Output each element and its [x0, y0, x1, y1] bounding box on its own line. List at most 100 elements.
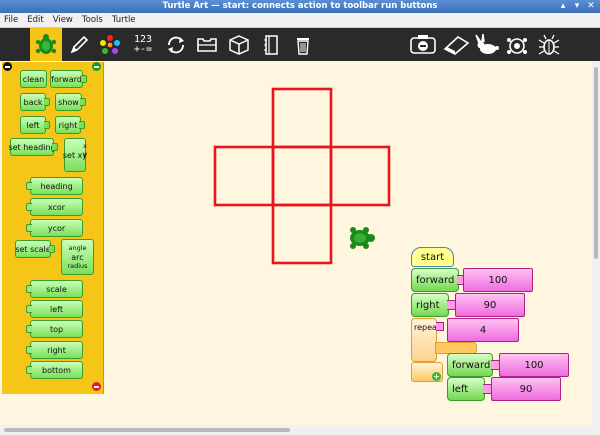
block-back[interactable]: back — [20, 93, 50, 111]
clean-button[interactable] — [406, 28, 440, 61]
presentation-icon — [264, 34, 278, 55]
close-button[interactable]: ✕ — [586, 1, 596, 11]
block-set-scale[interactable]: set scale — [15, 240, 55, 258]
block-right-edge-label: right — [47, 345, 66, 355]
program-forward-block[interactable]: forward — [411, 268, 466, 292]
program-left-value-text: 90 — [519, 383, 533, 395]
program-left-block[interactable]: left — [447, 377, 492, 401]
start-block[interactable]: start — [411, 247, 454, 267]
palette-collapse-icon[interactable] — [3, 62, 12, 71]
drawn-square-top — [271, 87, 333, 149]
toolbar: 123 +-= — [0, 28, 600, 61]
arc-arg-radius: radius — [67, 261, 88, 270]
menu-turtle[interactable]: Turtle — [112, 15, 136, 25]
program-forward2-block[interactable]: forward — [447, 353, 500, 377]
block-show[interactable]: show — [55, 93, 86, 111]
block-ycor[interactable]: ycor — [26, 219, 83, 237]
bug-icon — [538, 34, 560, 55]
block-bottom-edge[interactable]: bottom — [26, 361, 83, 379]
vertical-scrollbar[interactable] — [592, 61, 600, 425]
colors-button[interactable] — [96, 28, 124, 61]
block-set-scale-label: set scale — [15, 244, 51, 254]
run-fast-button[interactable] — [472, 28, 502, 61]
pen-icon — [70, 35, 89, 53]
block-top-edge-label: top — [49, 324, 64, 334]
block-left-edge[interactable]: left — [26, 300, 83, 318]
block-left[interactable]: left — [20, 116, 50, 134]
turtle-palette-icon — [35, 33, 57, 54]
number-icon-line1: 123 — [133, 33, 153, 45]
repeat-arg-socket — [436, 322, 444, 331]
drawn-square-bottom — [271, 203, 333, 265]
clean-icon — [410, 34, 436, 54]
block-clean[interactable]: clean — [20, 70, 47, 88]
program-right-block[interactable]: right — [411, 293, 456, 317]
block-back-label: back — [23, 97, 43, 107]
block-set-heading-label: set heading — [8, 142, 56, 152]
block-forward[interactable]: forward — [50, 70, 87, 88]
palette-expand-icon[interactable] — [92, 62, 101, 71]
menu-file[interactable]: File — [4, 15, 18, 25]
block-show-label: show — [58, 97, 79, 107]
horizontal-scrollbar-thumb[interactable] — [4, 428, 290, 432]
eraser-button[interactable] — [440, 28, 472, 61]
set-xy-arg-y: y — [83, 150, 87, 158]
block-heading[interactable]: heading — [26, 177, 83, 195]
rabbit-icon — [475, 33, 499, 54]
block-set-heading[interactable]: set heading — [8, 138, 58, 156]
eraser-icon — [443, 35, 470, 55]
maximize-button[interactable]: ▾ — [572, 1, 582, 11]
trash-icon — [297, 37, 309, 55]
extras-button[interactable] — [225, 28, 253, 61]
flow-icon — [168, 36, 184, 53]
block-xcor[interactable]: xcor — [26, 198, 83, 216]
block-xcor-label: xcor — [47, 202, 66, 212]
debug-button[interactable] — [534, 28, 564, 61]
pen-button[interactable] — [66, 28, 92, 61]
block-top-edge[interactable]: top — [26, 320, 83, 338]
window-title: Turtle Art — start: connects action to t… — [162, 1, 438, 11]
block-bottom-edge-label: bottom — [42, 365, 71, 375]
block-right[interactable]: right — [55, 116, 85, 134]
set-xy-args: x y — [83, 142, 87, 158]
repeat-expand-icon[interactable]: + — [432, 372, 441, 381]
program-forward-value[interactable]: 100 — [463, 268, 533, 292]
number-icon-line2: +-= — [133, 43, 153, 55]
program-repeat-value-text: 4 — [479, 324, 487, 336]
block-arc[interactable]: angle arc radius — [61, 239, 94, 275]
presentation-button[interactable] — [258, 28, 284, 61]
program-forward2-value[interactable]: 100 — [499, 353, 569, 377]
blocks-button[interactable] — [194, 28, 220, 61]
number-button[interactable]: 123 +-= — [128, 28, 158, 61]
program-left-value[interactable]: 90 — [491, 377, 561, 401]
run-step-button[interactable] — [502, 28, 532, 61]
minimize-button[interactable]: ▴ — [558, 1, 568, 11]
blocks-icon — [197, 37, 217, 52]
drawn-square-left — [213, 145, 275, 207]
menu-tools[interactable]: Tools — [82, 15, 103, 25]
set-xy-arg-x: x — [83, 142, 87, 150]
program-forward2-label: forward — [452, 359, 491, 371]
drawn-square-right — [329, 145, 391, 207]
block-heading-label: heading — [40, 181, 73, 191]
extras-icon — [229, 34, 249, 55]
block-left-edge-label: left — [50, 304, 63, 314]
program-right-value[interactable]: 90 — [455, 293, 525, 317]
program-forward-value-text: 100 — [488, 274, 508, 286]
turtle-palette-button[interactable] — [30, 28, 62, 61]
vertical-scrollbar-thumb[interactable] — [594, 67, 598, 259]
program-left-label: left — [452, 383, 469, 395]
flow-button[interactable] — [163, 28, 189, 61]
trash-button[interactable] — [290, 28, 316, 61]
palette-close-icon[interactable] — [92, 382, 101, 391]
block-clean-label: clean — [22, 74, 45, 84]
block-right-edge[interactable]: right — [26, 341, 83, 359]
arc-arg-angle: angle — [68, 243, 87, 252]
program-repeat-block[interactable]: repeat — [411, 318, 440, 362]
menu-view[interactable]: View — [53, 15, 73, 25]
block-scale[interactable]: scale — [26, 280, 83, 298]
menu-edit[interactable]: Edit — [27, 15, 43, 25]
block-scale-label: scale — [46, 284, 67, 294]
program-repeat-value[interactable]: 4 — [447, 318, 519, 342]
horizontal-scrollbar[interactable] — [0, 425, 600, 435]
